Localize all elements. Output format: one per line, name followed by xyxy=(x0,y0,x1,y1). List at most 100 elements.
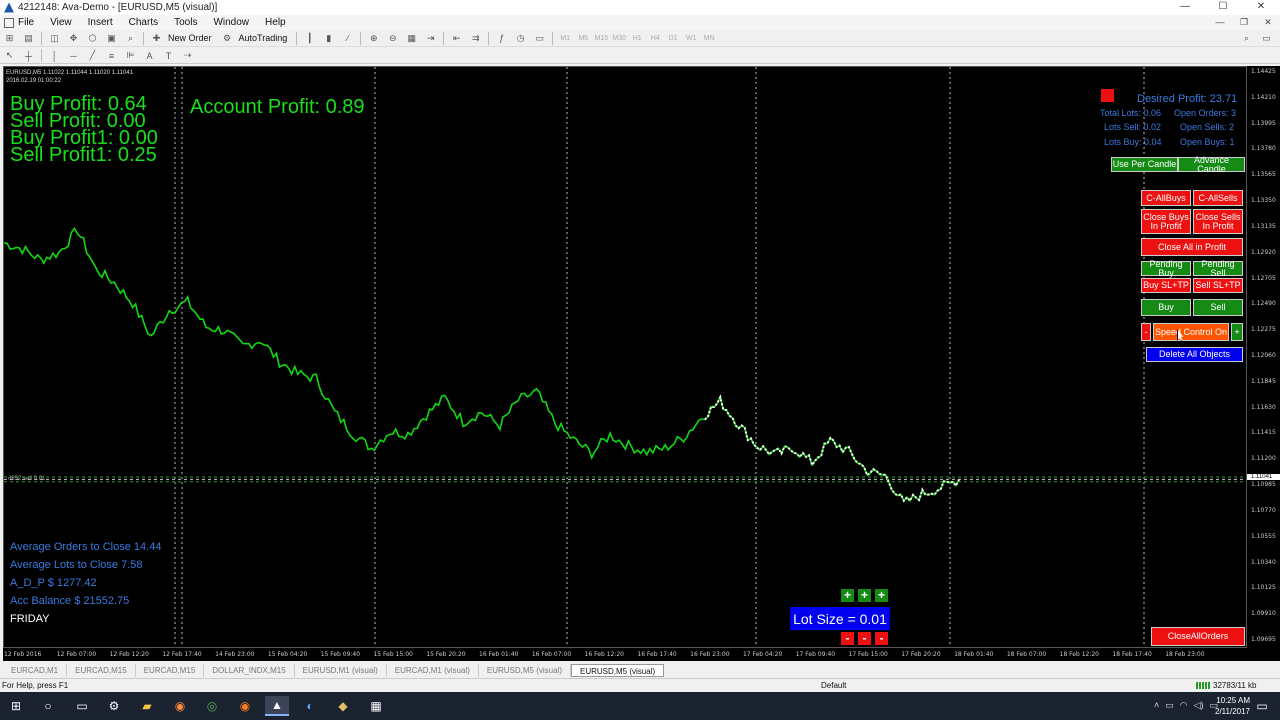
zoom-in-icon[interactable]: ⊕ xyxy=(366,32,381,45)
metatrader-task-icon[interactable]: ▲ xyxy=(265,696,289,716)
chevron-up-icon[interactable]: ˄ xyxy=(1154,700,1159,711)
tab-eurcad-m1[interactable]: EURCAD,M1 xyxy=(3,663,68,677)
market-watch-icon[interactable]: ◫ xyxy=(47,32,62,45)
speed-decrease-button[interactable]: - xyxy=(1141,323,1151,341)
tab-dollar-indx-m15[interactable]: DOLLAR_INDX,M15 xyxy=(204,663,295,677)
data-window-icon[interactable]: ⬡ xyxy=(85,32,100,45)
tab-eurusd-m5-visual-active[interactable]: EURUSD,M5 (visual) xyxy=(571,663,665,677)
notifications-icon[interactable]: ▭ xyxy=(1252,696,1272,716)
volume-icon[interactable]: ◁) xyxy=(1194,700,1204,711)
task-view-icon[interactable]: ▭ xyxy=(70,696,94,716)
timeframe-d1[interactable]: D1 xyxy=(664,35,682,42)
tab-eurcad-m1-visual[interactable]: EURCAD,M1 (visual) xyxy=(387,663,479,677)
maximize-button[interactable]: ☐ xyxy=(1204,0,1242,14)
close-buys-in-profit-button[interactable]: Close Buys In Profit xyxy=(1141,209,1191,234)
chat-icon[interactable]: ▭ xyxy=(1259,32,1274,45)
menu-charts[interactable]: Charts xyxy=(129,17,158,28)
tab-eurusd-m5-visual[interactable]: EURUSD,M5 (visual) xyxy=(479,663,572,677)
auto-scroll-icon[interactable]: ⇥ xyxy=(423,32,438,45)
use-per-candle-button[interactable]: Use Per Candle xyxy=(1111,157,1178,172)
tab-eurusd-m1-visual[interactable]: EURUSD,M1 (visual) xyxy=(295,663,387,677)
timeframe-w1[interactable]: W1 xyxy=(682,35,700,42)
pending-sell-button[interactable]: Pending Sell xyxy=(1193,259,1243,277)
menu-window[interactable]: Window xyxy=(213,17,249,28)
lot-decrease-2-button[interactable]: - xyxy=(858,632,871,645)
search-icon[interactable]: ⌕ xyxy=(1239,32,1254,45)
close-all-buys-button[interactable]: C-AllBuys xyxy=(1141,190,1191,206)
buy-button[interactable]: Buy xyxy=(1141,299,1191,316)
autotrading-button[interactable]: AutoTrading xyxy=(239,33,288,43)
crosshair-icon[interactable]: ┼ xyxy=(21,49,36,62)
arrows-icon[interactable]: ⇢ xyxy=(180,49,195,62)
tile-windows-icon[interactable]: ▦ xyxy=(404,32,419,45)
new-order-icon[interactable]: ✚ xyxy=(149,32,164,45)
periods-icon[interactable]: ◷ xyxy=(513,32,528,45)
candlestick-icon[interactable]: ▮ xyxy=(321,32,336,45)
speed-increase-button[interactable]: + xyxy=(1231,323,1243,341)
timeframe-m15[interactable]: M15 xyxy=(592,35,610,42)
minimize-button[interactable]: — xyxy=(1166,0,1204,14)
mail-task-icon[interactable]: ◆ xyxy=(331,696,355,716)
chart-autoscroll-icon[interactable]: ⇉ xyxy=(468,32,483,45)
trendline-icon[interactable]: ╱ xyxy=(85,49,100,62)
mdi-restore-button[interactable]: ❐ xyxy=(1232,15,1256,30)
menu-help[interactable]: Help xyxy=(265,17,286,28)
vertical-line-icon[interactable]: │ xyxy=(47,49,62,62)
pending-buy-button[interactable]: Pending Buy xyxy=(1141,259,1191,277)
app-task-icon[interactable]: ◐ xyxy=(298,696,322,716)
buy-sl-tp-button[interactable]: Buy SL+TP xyxy=(1141,278,1191,293)
menu-tools[interactable]: Tools xyxy=(174,17,197,28)
chart-shift-icon[interactable]: ⇤ xyxy=(449,32,464,45)
zoom-out-icon[interactable]: ⊖ xyxy=(385,32,400,45)
tab-eurcad-m15[interactable]: EURCAD,M15 xyxy=(67,663,136,677)
timeframe-m5[interactable]: M5 xyxy=(574,35,592,42)
lot-increase-2-button[interactable]: + xyxy=(858,589,871,602)
close-all-sells-button[interactable]: C-AllSells xyxy=(1193,190,1243,206)
close-all-orders-button[interactable]: CloseAllOrders xyxy=(1151,627,1245,646)
start-icon[interactable]: ⊞ xyxy=(4,696,28,716)
menu-insert[interactable]: Insert xyxy=(88,17,113,28)
advance-candle-button[interactable]: Advance Candle xyxy=(1178,155,1245,173)
search-task-icon[interactable]: ○ xyxy=(36,696,60,716)
sell-sl-tp-button[interactable]: Sell SL+TP xyxy=(1193,278,1243,293)
wifi-icon[interactable]: ◠ xyxy=(1180,700,1188,711)
menu-file[interactable]: File xyxy=(18,17,34,28)
timeframe-m1[interactable]: M1 xyxy=(556,35,574,42)
file-explorer-icon[interactable]: ▰ xyxy=(135,696,159,716)
calculator-task-icon[interactable]: ▦ xyxy=(364,696,388,716)
line-chart-icon[interactable]: ∕ xyxy=(340,32,355,45)
new-chart-icon[interactable]: ⊞ xyxy=(2,32,17,45)
network-icon[interactable]: ▭ xyxy=(1165,700,1174,711)
sell-button[interactable]: Sell xyxy=(1193,299,1243,316)
mdi-close-button[interactable]: ✕ xyxy=(1256,15,1280,30)
timeframe-m30[interactable]: M30 xyxy=(610,35,628,42)
browser-icon[interactable]: ◉ xyxy=(233,696,257,716)
channel-icon[interactable]: ≡ xyxy=(104,49,119,62)
close-sells-in-profit-button[interactable]: Close Sells In Profit xyxy=(1193,209,1243,234)
delete-all-objects-button[interactable]: Delete All Objects xyxy=(1146,347,1243,362)
clock[interactable]: 10:25 AM 2/11/2017 xyxy=(1215,695,1250,717)
price-chart[interactable]: EURUSD,M5 1.11022 1.11044 1.11020 1.1104… xyxy=(3,66,1247,648)
menu-view[interactable]: View xyxy=(50,17,72,28)
close-button[interactable]: ✕ xyxy=(1242,0,1280,14)
bar-chart-icon[interactable]: ┃ xyxy=(302,32,317,45)
lot-increase-1-button[interactable]: + xyxy=(841,589,854,602)
close-all-in-profit-button[interactable]: Close All in Profit xyxy=(1141,238,1243,256)
chrome-icon[interactable]: ◎ xyxy=(200,696,224,716)
settings-task-icon[interactable]: ⚙ xyxy=(102,696,126,716)
timeframe-h4[interactable]: H4 xyxy=(646,35,664,42)
firefox-icon[interactable]: ◉ xyxy=(168,696,192,716)
new-order-button[interactable]: New Order xyxy=(168,33,212,43)
text-icon[interactable]: A xyxy=(142,49,157,62)
lot-decrease-3-button[interactable]: - xyxy=(875,632,888,645)
timeframe-h1[interactable]: H1 xyxy=(628,35,646,42)
navigator-icon[interactable]: ✥ xyxy=(66,32,81,45)
fibonacci-icon[interactable]: ⊫ xyxy=(123,49,138,62)
autotrading-icon[interactable]: ⚙ xyxy=(220,32,235,45)
cursor-icon[interactable]: ↖ xyxy=(2,49,17,62)
mdi-minimize-button[interactable]: — xyxy=(1208,15,1232,30)
horizontal-line-icon[interactable]: ─ xyxy=(66,49,81,62)
lot-increase-3-button[interactable]: + xyxy=(875,589,888,602)
profiles-icon[interactable]: ▤ xyxy=(21,32,36,45)
terminal-icon[interactable]: ▣ xyxy=(104,32,119,45)
